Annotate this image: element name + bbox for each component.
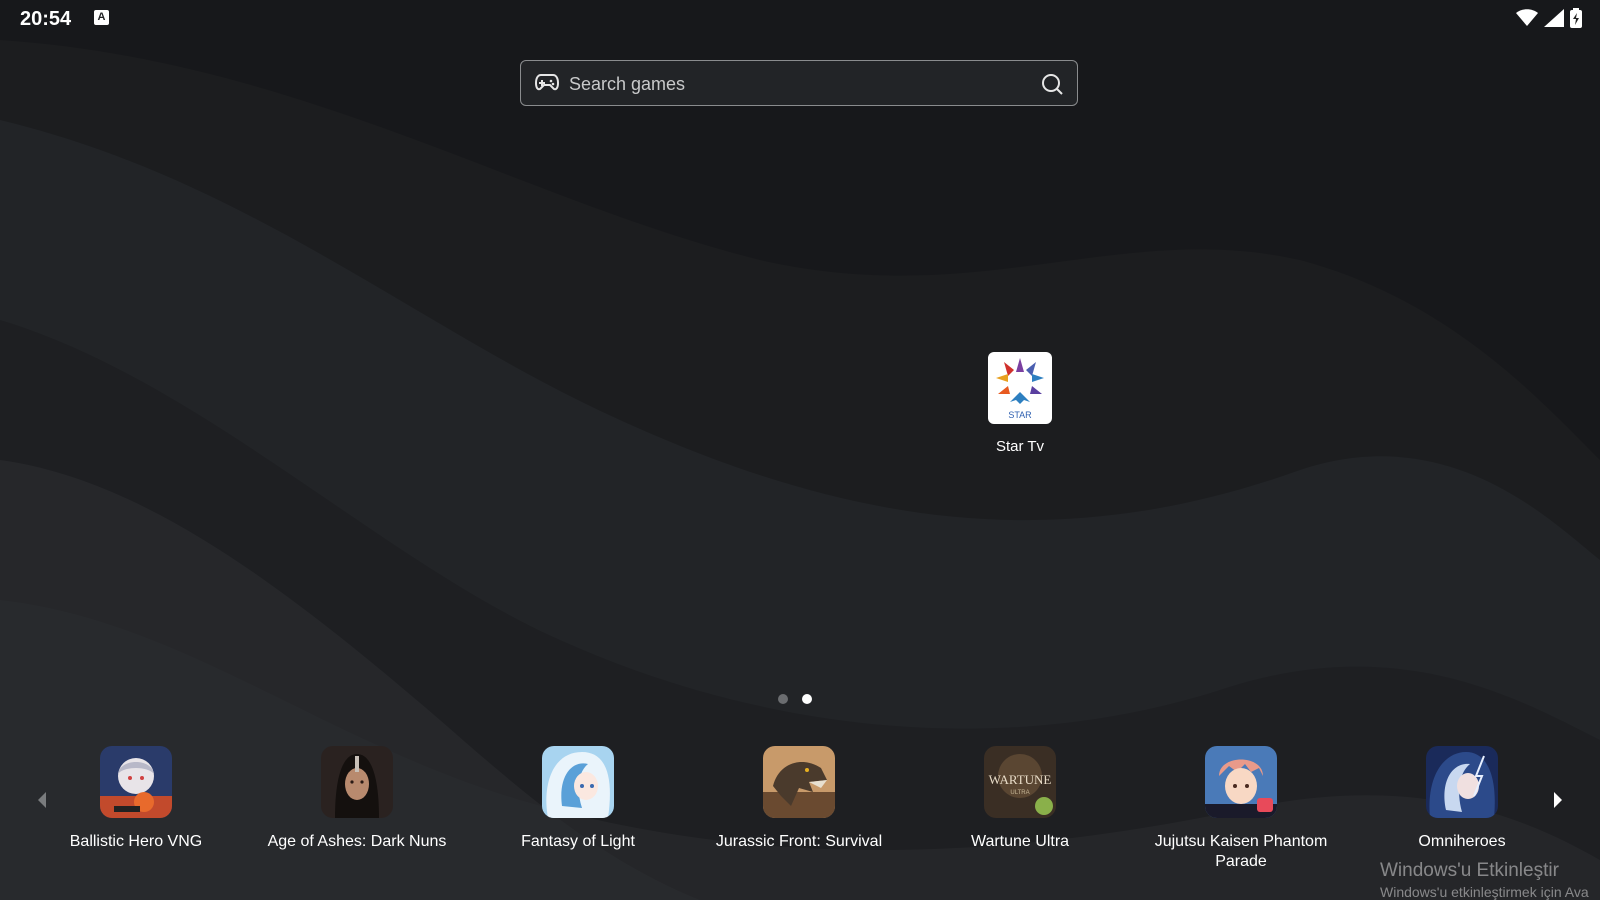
dock-app-label: Fantasy of Light (521, 833, 635, 850)
desktop-app-star-tv[interactable]: STAR Star Tv (978, 352, 1062, 455)
wifi-icon (1516, 9, 1538, 26)
dock-app-wartune-ultra[interactable]: WARTUNE ULTRA Wartune Ultra (920, 746, 1120, 852)
jurassic-front-icon (763, 746, 835, 818)
dock-app-label: Ballistic Hero VNG (69, 833, 203, 850)
watermark-title: Windows'u Etkinleştir (1380, 860, 1559, 881)
dock-app-label: Jujutsu Kaisen Phantom Parade (1154, 833, 1328, 870)
dock-app-label: Jurassic Front: Survival (715, 833, 883, 850)
omniheroes-icon (1426, 746, 1498, 818)
desktop-app-label: Star Tv (995, 438, 1045, 455)
wartune-ultra-icon: WARTUNE ULTRA (984, 746, 1056, 818)
status-indicators (1516, 8, 1582, 28)
status-bar: 20:54 A (0, 0, 1600, 36)
jujutsu-kaisen-icon (1205, 746, 1277, 818)
dock-app-fantasy-of-light[interactable]: Fantasy of Light (478, 746, 678, 852)
app-dock: Ballistic Hero VNG Age of Ashes: Dark Nu… (0, 740, 1600, 900)
search-input[interactable]: Search games (569, 74, 685, 95)
dock-app-ballistic-hero-vng[interactable]: Ballistic Hero VNG (36, 746, 236, 852)
watermark-subtitle: Windows'u etkinleştirmek için Ava (1380, 884, 1589, 900)
dock-app-label: Wartune Ultra (970, 833, 1070, 850)
ballistic-hero-icon (100, 746, 172, 818)
signal-icon (1544, 9, 1564, 27)
svg-text:STAR: STAR (1008, 410, 1032, 420)
fantasy-of-light-icon (542, 746, 614, 818)
dock-app-jurassic-front[interactable]: Jurassic Front: Survival (699, 746, 899, 852)
notification-icon: A (94, 10, 109, 25)
page-dot-1[interactable] (778, 694, 788, 704)
svg-text:WARTUNE: WARTUNE (989, 772, 1052, 787)
dock-next-arrow[interactable] (1544, 780, 1572, 820)
page-indicator (778, 694, 812, 704)
windows-activation-watermark: Windows'u Etkinleştir Windows'u etkinleş… (1380, 860, 1589, 900)
search-icon[interactable] (1041, 73, 1063, 95)
page-dot-2[interactable] (802, 694, 812, 704)
dock-app-label: Age of Ashes: Dark Nuns (267, 833, 447, 850)
dock-app-label: Omniheroes (1418, 833, 1506, 850)
gamepad-icon (535, 74, 559, 91)
svg-text:ULTRA: ULTRA (1010, 790, 1029, 796)
clock: 20:54 (20, 8, 72, 30)
battery-icon (1570, 8, 1582, 28)
age-of-ashes-icon (321, 746, 393, 818)
chevron-right-icon (1554, 792, 1562, 808)
dock-app-jujutsu-kaisen[interactable]: Jujutsu Kaisen Phantom Parade (1141, 746, 1341, 872)
star-tv-icon: STAR (988, 352, 1052, 424)
dock-app-age-of-ashes[interactable]: Age of Ashes: Dark Nuns (257, 746, 457, 852)
dock-app-omniheroes[interactable]: Omniheroes (1362, 746, 1562, 852)
search-bar[interactable]: Search games (520, 60, 1078, 106)
